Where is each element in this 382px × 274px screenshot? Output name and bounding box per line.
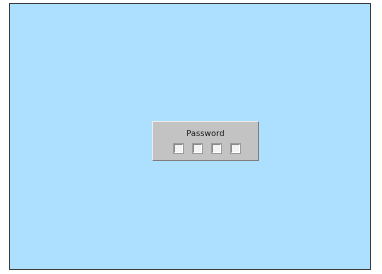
password-digit-4[interactable] (230, 143, 241, 154)
password-label: Password (186, 129, 225, 138)
password-digit-group (173, 143, 241, 154)
password-digit-3[interactable] (211, 143, 222, 154)
desktop-screen: Password (9, 3, 371, 270)
password-dialog: Password (152, 121, 259, 161)
password-digit-1[interactable] (173, 143, 184, 154)
password-digit-2[interactable] (192, 143, 203, 154)
